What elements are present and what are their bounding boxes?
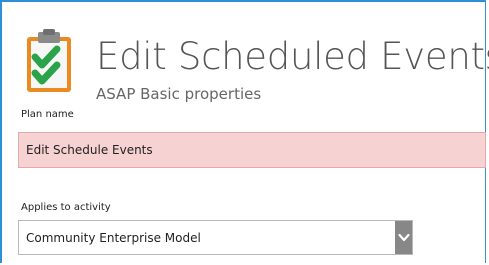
plan-name-label: Plan name bbox=[21, 109, 74, 120]
applies-to-activity-label: Applies to activity bbox=[21, 202, 111, 213]
applies-to-activity-select[interactable]: Community Enterprise Model bbox=[18, 220, 413, 255]
plan-name-value: Edit Schedule Events bbox=[26, 143, 153, 157]
plan-name-input[interactable]: Edit Schedule Events bbox=[18, 132, 486, 168]
applies-to-activity-value: Community Enterprise Model bbox=[26, 230, 201, 245]
page-title: Edit Scheduled Events bbox=[96, 35, 489, 78]
page-subtitle: ASAP Basic properties bbox=[96, 85, 262, 103]
clipboard-checklist-icon bbox=[25, 29, 75, 94]
chevron-down-icon[interactable] bbox=[395, 221, 412, 254]
